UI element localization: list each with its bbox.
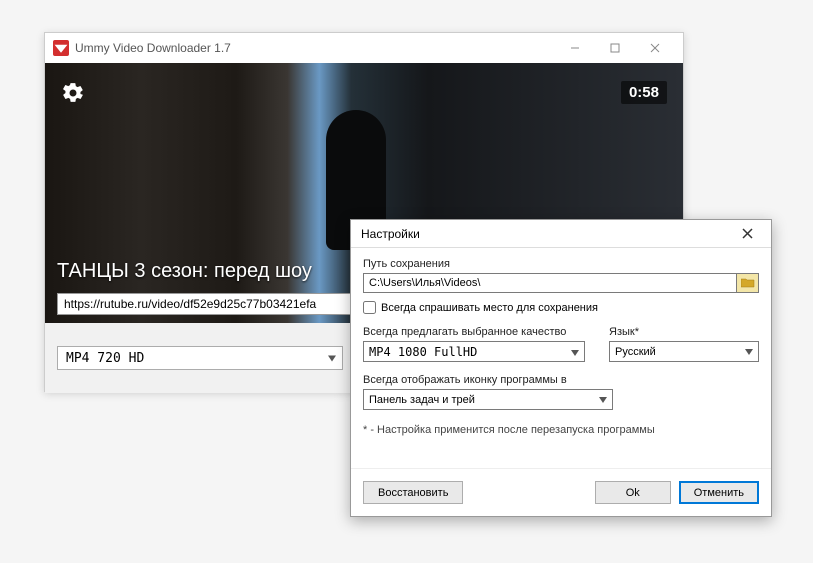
chevron-down-icon xyxy=(328,351,336,366)
language-selected-value: Русский xyxy=(615,346,656,358)
dialog-footer: Восстановить Ok Отменить xyxy=(351,468,771,516)
browse-button[interactable] xyxy=(737,273,759,293)
chevron-down-icon xyxy=(599,394,607,406)
dialog-close-button[interactable] xyxy=(733,221,761,247)
dialog-title: Настройки xyxy=(361,227,733,241)
dialog-titlebar: Настройки xyxy=(351,220,771,248)
close-button[interactable] xyxy=(635,34,675,62)
quality-select[interactable]: MP4 1080 FullHD xyxy=(363,341,585,362)
chevron-down-icon xyxy=(571,345,579,359)
restore-button[interactable]: Восстановить xyxy=(363,481,463,504)
format-selected-value: MP4 720 HD xyxy=(66,351,144,366)
format-select[interactable]: MP4 720 HD xyxy=(57,346,343,370)
minimize-button[interactable] xyxy=(555,34,595,62)
language-label: Язык* xyxy=(609,326,759,338)
dialog-body: Путь сохранения Всегда спрашивать место … xyxy=(351,248,771,468)
maximize-button[interactable] xyxy=(595,34,635,62)
language-select[interactable]: Русский xyxy=(609,341,759,362)
video-duration: 0:58 xyxy=(621,81,667,104)
window-title: Ummy Video Downloader 1.7 xyxy=(75,41,555,55)
video-title: ТАНЦЫ 3 сезон: перед шоу xyxy=(57,260,312,283)
close-icon xyxy=(742,228,753,239)
quality-label: Всегда предлагать выбранное качество xyxy=(363,326,585,338)
app-icon xyxy=(53,40,69,56)
ok-button[interactable]: Ok xyxy=(595,481,671,504)
settings-button[interactable] xyxy=(61,81,85,105)
always-ask-checkbox[interactable] xyxy=(363,301,376,314)
gear-icon xyxy=(61,81,85,105)
always-ask-label: Всегда спрашивать место для сохранения xyxy=(381,302,598,314)
icon-display-select[interactable]: Панель задач и трей xyxy=(363,389,613,410)
cancel-button[interactable]: Отменить xyxy=(679,481,759,504)
save-path-label: Путь сохранения xyxy=(363,258,759,270)
icon-display-label: Всегда отображать иконку программы в xyxy=(363,374,613,386)
save-path-input[interactable] xyxy=(363,273,737,293)
titlebar: Ummy Video Downloader 1.7 xyxy=(45,33,683,63)
restart-note: * - Настройка применится после перезапус… xyxy=(363,424,759,436)
quality-selected-value: MP4 1080 FullHD xyxy=(369,345,477,359)
icon-display-selected-value: Панель задач и трей xyxy=(369,394,475,406)
folder-icon xyxy=(741,278,755,288)
settings-dialog: Настройки Путь сохранения Всегда спрашив… xyxy=(350,219,772,517)
chevron-down-icon xyxy=(745,346,753,358)
url-input[interactable] xyxy=(57,293,357,315)
